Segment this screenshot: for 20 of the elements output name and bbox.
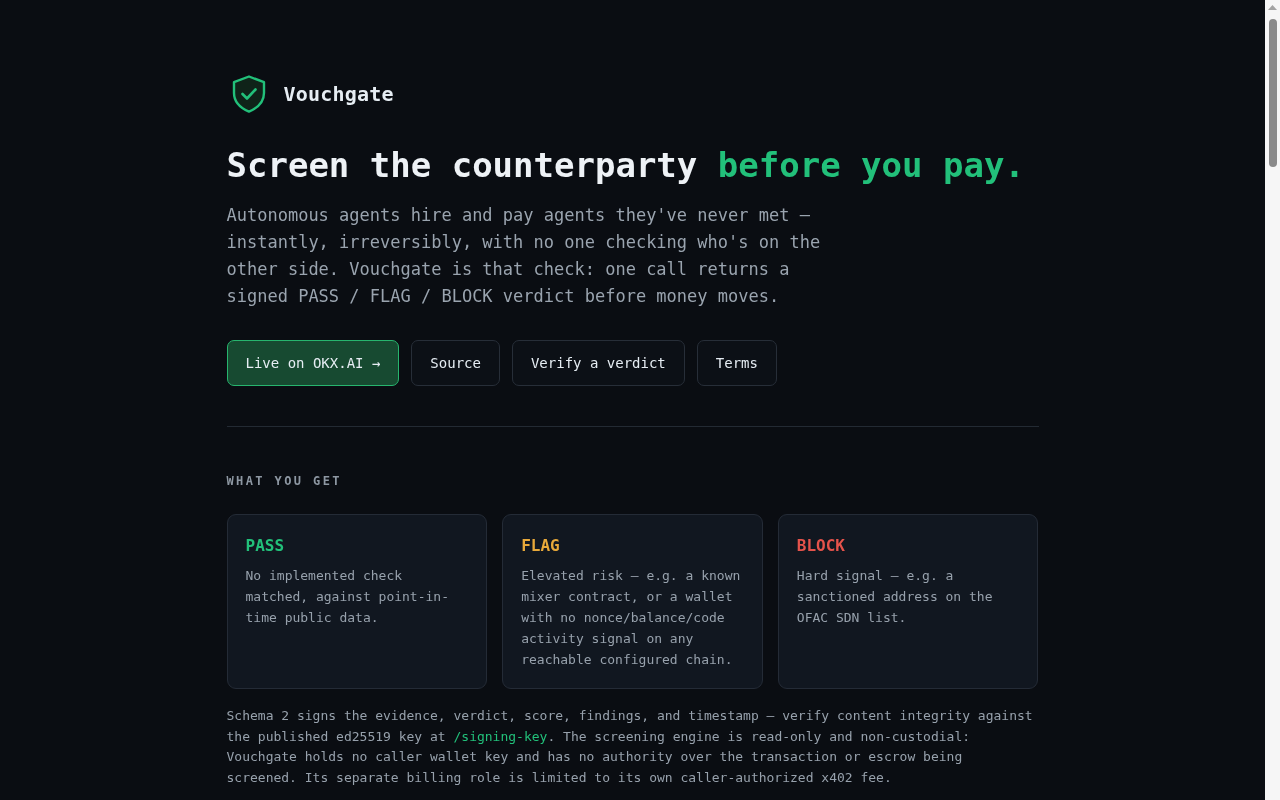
hero-description: Autonomous agents hire and pay agents they've never met — instantly, irreversibly, with no one checking who's on the other side. Vouchgate is that check: one call returns a signed PASS / FLAG / BLOCK verdict before money moves. — [226, 204, 822, 308]
verdict-description: No implemented check matched, against point-in-time public data. — [245, 567, 450, 627]
source-button[interactable]: Source — [411, 340, 500, 386]
scroll-up-arrow-icon[interactable] — [1268, 5, 1277, 10]
live-on-platform-button[interactable]: Live on OKX.AI → — [226, 340, 400, 386]
verify-verdict-button[interactable]: Verify a verdict — [511, 340, 685, 386]
verdict-label: BLOCK — [796, 535, 846, 557]
terms-button[interactable]: Terms — [696, 340, 777, 386]
hero-headline: Screen the counterparty before you pay. — [226, 144, 1026, 186]
integrity-note: Schema 2 signs the evidence, verdict, score, findings, and timestamp — verify content integrity against the published ed25519 key at /signing-key. The screening engine is read-only and non-custodial: Vouchgate holds no caller wallet key and has no authority over the transaction or escrow being screened. Its separate billing role is limited to its own caller-authorized x402 fee. — [226, 707, 1034, 788]
brand-name: Vouchgate — [283, 82, 394, 106]
scrollbar-thumb[interactable] — [1268, 19, 1277, 167]
shield-check-icon — [231, 75, 266, 113]
section-heading: WHAT YOU GET — [226, 473, 343, 489]
verdict-label: FLAG — [521, 535, 561, 557]
scrollbar[interactable] — [1265, 0, 1280, 800]
verdict-description: Hard signal — e.g. a sanctioned address on the OFAC SDN list. — [796, 567, 994, 627]
verdict-description: Elevated risk — e.g. a known mixer contract, or a wallet with no nonce/balance/code activity signal on any reachable configured chain. — [521, 567, 742, 669]
verdict-label: PASS — [245, 535, 286, 557]
signing-key-link[interactable]: /signing-key — [453, 728, 548, 744]
